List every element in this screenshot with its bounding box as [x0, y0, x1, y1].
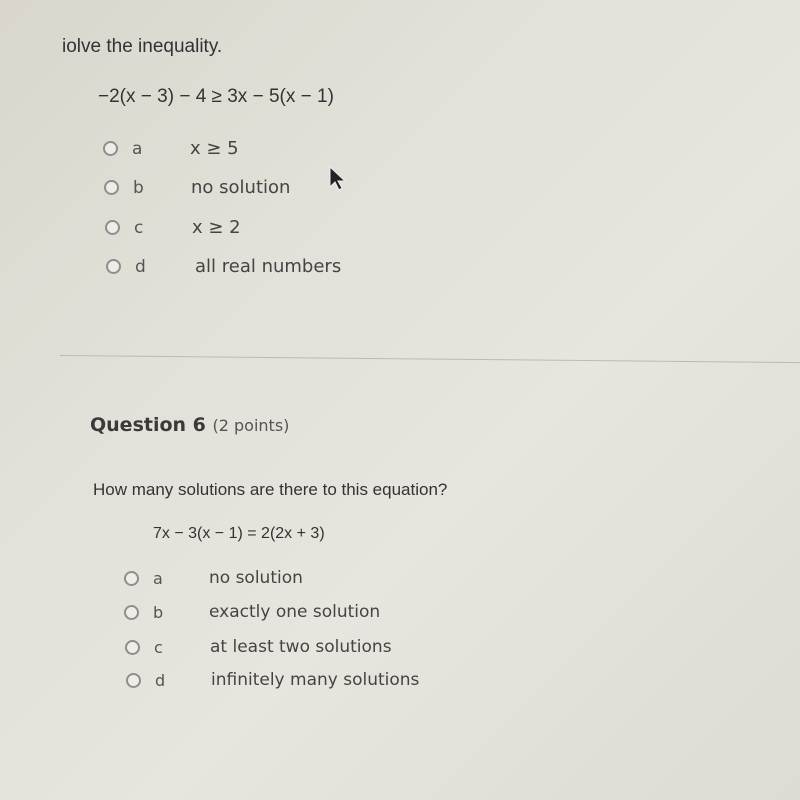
radio-button[interactable]: [104, 180, 119, 195]
option-letter: c: [134, 217, 144, 238]
option-letter: a: [153, 568, 163, 588]
question-6-heading: Question 6 (2 points): [90, 414, 289, 436]
option-letter: b: [133, 177, 144, 198]
question-5-prompt: iolve the inequality.: [62, 36, 223, 57]
option-text: no solution: [209, 568, 303, 588]
option-text: exactly one solution: [209, 602, 381, 622]
question-6-title: Question 6: [90, 414, 206, 436]
q5-option-c[interactable]: c x ≥ 2: [105, 217, 241, 238]
radio-button[interactable]: [105, 220, 120, 235]
radio-button[interactable]: [125, 639, 140, 655]
radio-button[interactable]: [126, 672, 141, 688]
option-text: no solution: [191, 177, 291, 198]
option-text: x ≥ 2: [192, 217, 241, 238]
option-letter: b: [153, 602, 164, 622]
question-6-points: (2 points): [212, 416, 290, 435]
question-6-prompt: How many solutions are there to this equ…: [93, 480, 448, 499]
radio-button[interactable]: [103, 141, 118, 156]
q5-option-b[interactable]: b no solution: [104, 177, 290, 198]
q5-option-d[interactable]: d all real numbers: [106, 256, 341, 277]
option-text: all real numbers: [195, 256, 342, 277]
option-letter: a: [132, 138, 143, 159]
question-5-expression: −2(x − 3) − 4 ≥ 3x − 5(x − 1): [98, 86, 334, 107]
mouse-cursor-icon: [329, 165, 347, 191]
option-text: at least two solutions: [210, 637, 392, 657]
option-text: x ≥ 5: [190, 138, 239, 159]
option-letter: d: [135, 256, 146, 277]
q6-option-d[interactable]: d infinitely many solutions: [126, 670, 419, 690]
section-divider: [59, 355, 800, 364]
q6-option-a[interactable]: a no solution: [124, 568, 303, 588]
option-letter: c: [154, 637, 163, 657]
radio-button[interactable]: [124, 604, 139, 620]
option-letter: d: [155, 670, 166, 690]
radio-button[interactable]: [106, 259, 121, 274]
q5-option-a[interactable]: a x ≥ 5: [103, 138, 239, 159]
question-6-expression: 7x − 3(x − 1) = 2(2x + 3): [153, 525, 325, 542]
q6-option-c[interactable]: c at least two solutions: [125, 637, 392, 657]
option-text: infinitely many solutions: [211, 670, 420, 690]
radio-button[interactable]: [124, 570, 139, 586]
q6-option-b[interactable]: b exactly one solution: [124, 602, 380, 622]
